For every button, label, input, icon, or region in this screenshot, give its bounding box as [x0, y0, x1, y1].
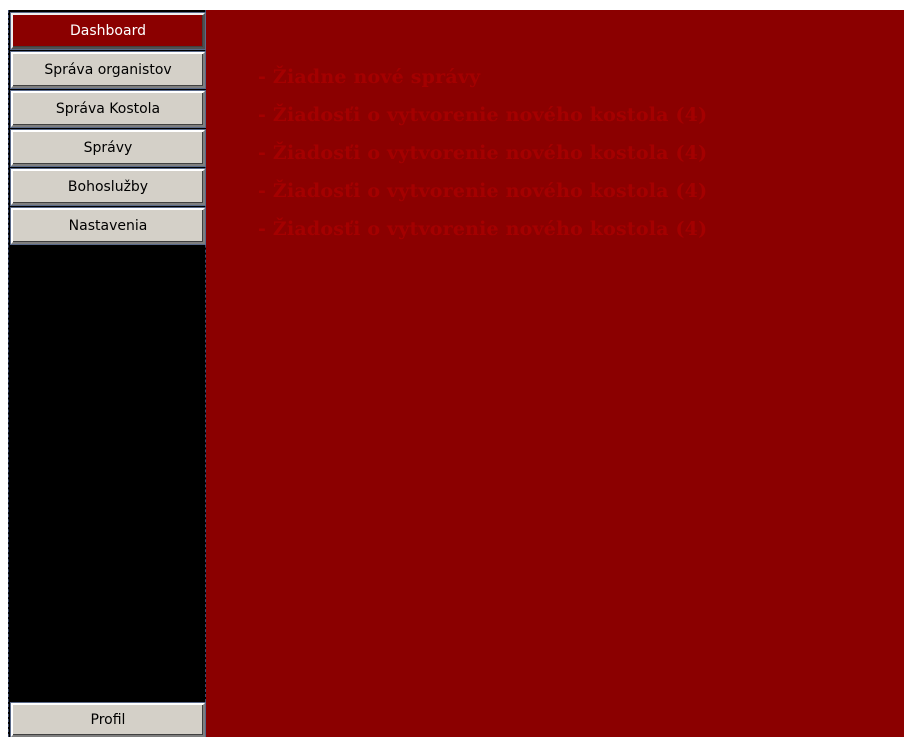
app-window: Dashboard Správa organistov Správa Kosto… — [0, 0, 904, 737]
profile-button[interactable]: Profil — [11, 703, 205, 737]
sidebar-item-spravy[interactable]: Správy — [11, 130, 205, 166]
sidebar-item-sprava-organistov[interactable]: Správa organistov — [11, 52, 205, 88]
sidebar-item-nastavenia[interactable]: Nastavenia — [11, 208, 205, 244]
sidebar-item-dashboard[interactable]: Dashboard — [11, 13, 205, 49]
sidebar: Dashboard Správa organistov Správa Kosto… — [8, 10, 206, 737]
notification-no-new-messages[interactable]: - Žiadne nové správy — [258, 58, 707, 96]
notification-church-request[interactable]: - Žiadosťi o vytvorenie nového kostola (… — [258, 172, 707, 210]
sidebar-item-bohosluzby[interactable]: Bohoslužby — [11, 169, 205, 205]
main-content: - Žiadne nové správy - Žiadosťi o vytvor… — [206, 10, 904, 737]
notification-list: - Žiadne nové správy - Žiadosťi o vytvor… — [258, 58, 707, 248]
sidebar-item-sprava-kostola[interactable]: Správa Kostola — [11, 91, 205, 127]
notification-church-request[interactable]: - Žiadosťi o vytvorenie nového kostola (… — [258, 96, 707, 134]
notification-church-request[interactable]: - Žiadosťi o vytvorenie nového kostola (… — [258, 210, 707, 248]
notification-church-request[interactable]: - Žiadosťi o vytvorenie nového kostola (… — [258, 134, 707, 172]
